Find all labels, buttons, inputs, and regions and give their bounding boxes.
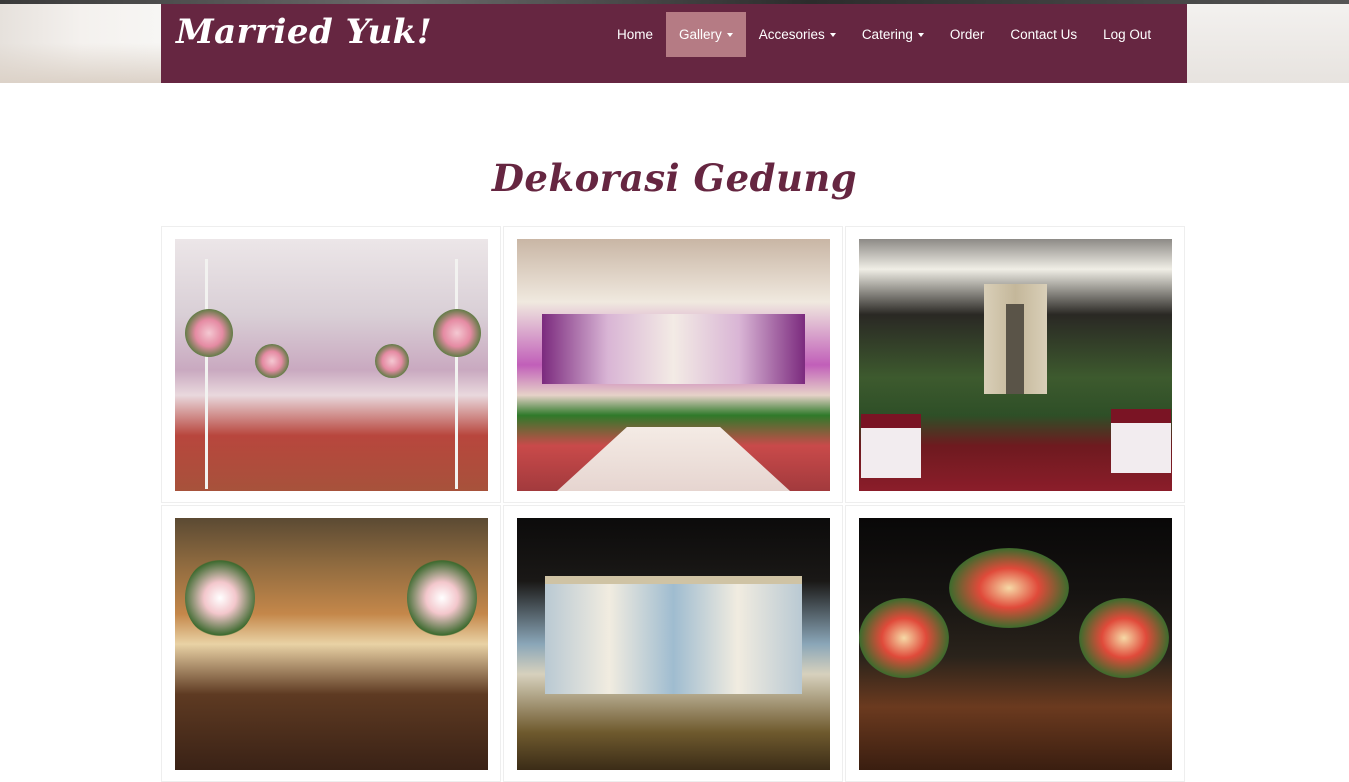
gallery-photo[interactable] [859,239,1172,491]
decor-detail [1079,598,1169,678]
decor-detail [455,259,458,489]
header-background-right [1187,4,1349,83]
decor-detail [557,427,790,491]
nav-log-out[interactable]: Log Out [1090,12,1164,57]
decor-detail [375,344,409,378]
gallery-photo[interactable] [517,518,830,770]
nav-gallery[interactable]: Gallery [666,12,746,57]
decor-detail [185,309,233,357]
nav-gallery-label: Gallery [679,27,722,42]
decor-detail [545,576,802,694]
gallery-thumbnail [503,505,843,782]
nav-contact-us[interactable]: Contact Us [997,12,1090,57]
nav-accesories[interactable]: Accesories [746,12,849,57]
nav-order[interactable]: Order [937,12,998,57]
decor-detail [185,558,255,638]
decor-detail [949,548,1069,628]
gallery-thumbnail [503,226,843,503]
decor-detail [859,598,949,678]
nav-catering[interactable]: Catering [849,12,937,57]
decor-detail [861,414,921,478]
gallery-thumbnail [161,505,501,782]
gallery-thumbnail [845,226,1185,503]
gallery-thumbnail [845,505,1185,782]
nav-contact-us-label: Contact Us [1010,27,1078,42]
decor-detail [984,284,1047,394]
decor-detail [407,558,477,638]
gallery-thumbnail [161,226,501,503]
caret-down-icon [829,33,836,37]
gallery-photo[interactable] [175,239,488,491]
decor-detail [205,259,208,489]
main-nav: Home Gallery Accesories Catering Order C… [604,12,1164,57]
decor-detail [255,344,289,378]
decor-detail [542,314,805,384]
nav-home-label: Home [617,27,654,42]
gallery-grid [161,226,1187,782]
gallery-photo[interactable] [175,518,488,770]
nav-order-label: Order [949,27,985,42]
header-background-left [0,43,161,83]
caret-down-icon [917,33,924,37]
page-title: Dekorasi Gedung [491,155,858,200]
gallery-photo[interactable] [859,518,1172,770]
brand-logo[interactable]: Married Yuk! [176,12,432,62]
nav-catering-label: Catering [861,27,913,42]
decor-detail [433,309,481,357]
gallery-photo[interactable] [517,239,830,491]
navbar: Married Yuk! Home Gallery Accesories Cat… [161,4,1187,83]
nav-accesories-label: Accesories [758,27,825,42]
nav-home[interactable]: Home [604,12,666,57]
decor-detail [1111,409,1171,473]
nav-log-out-label: Log Out [1103,27,1152,42]
caret-down-icon [726,33,733,37]
